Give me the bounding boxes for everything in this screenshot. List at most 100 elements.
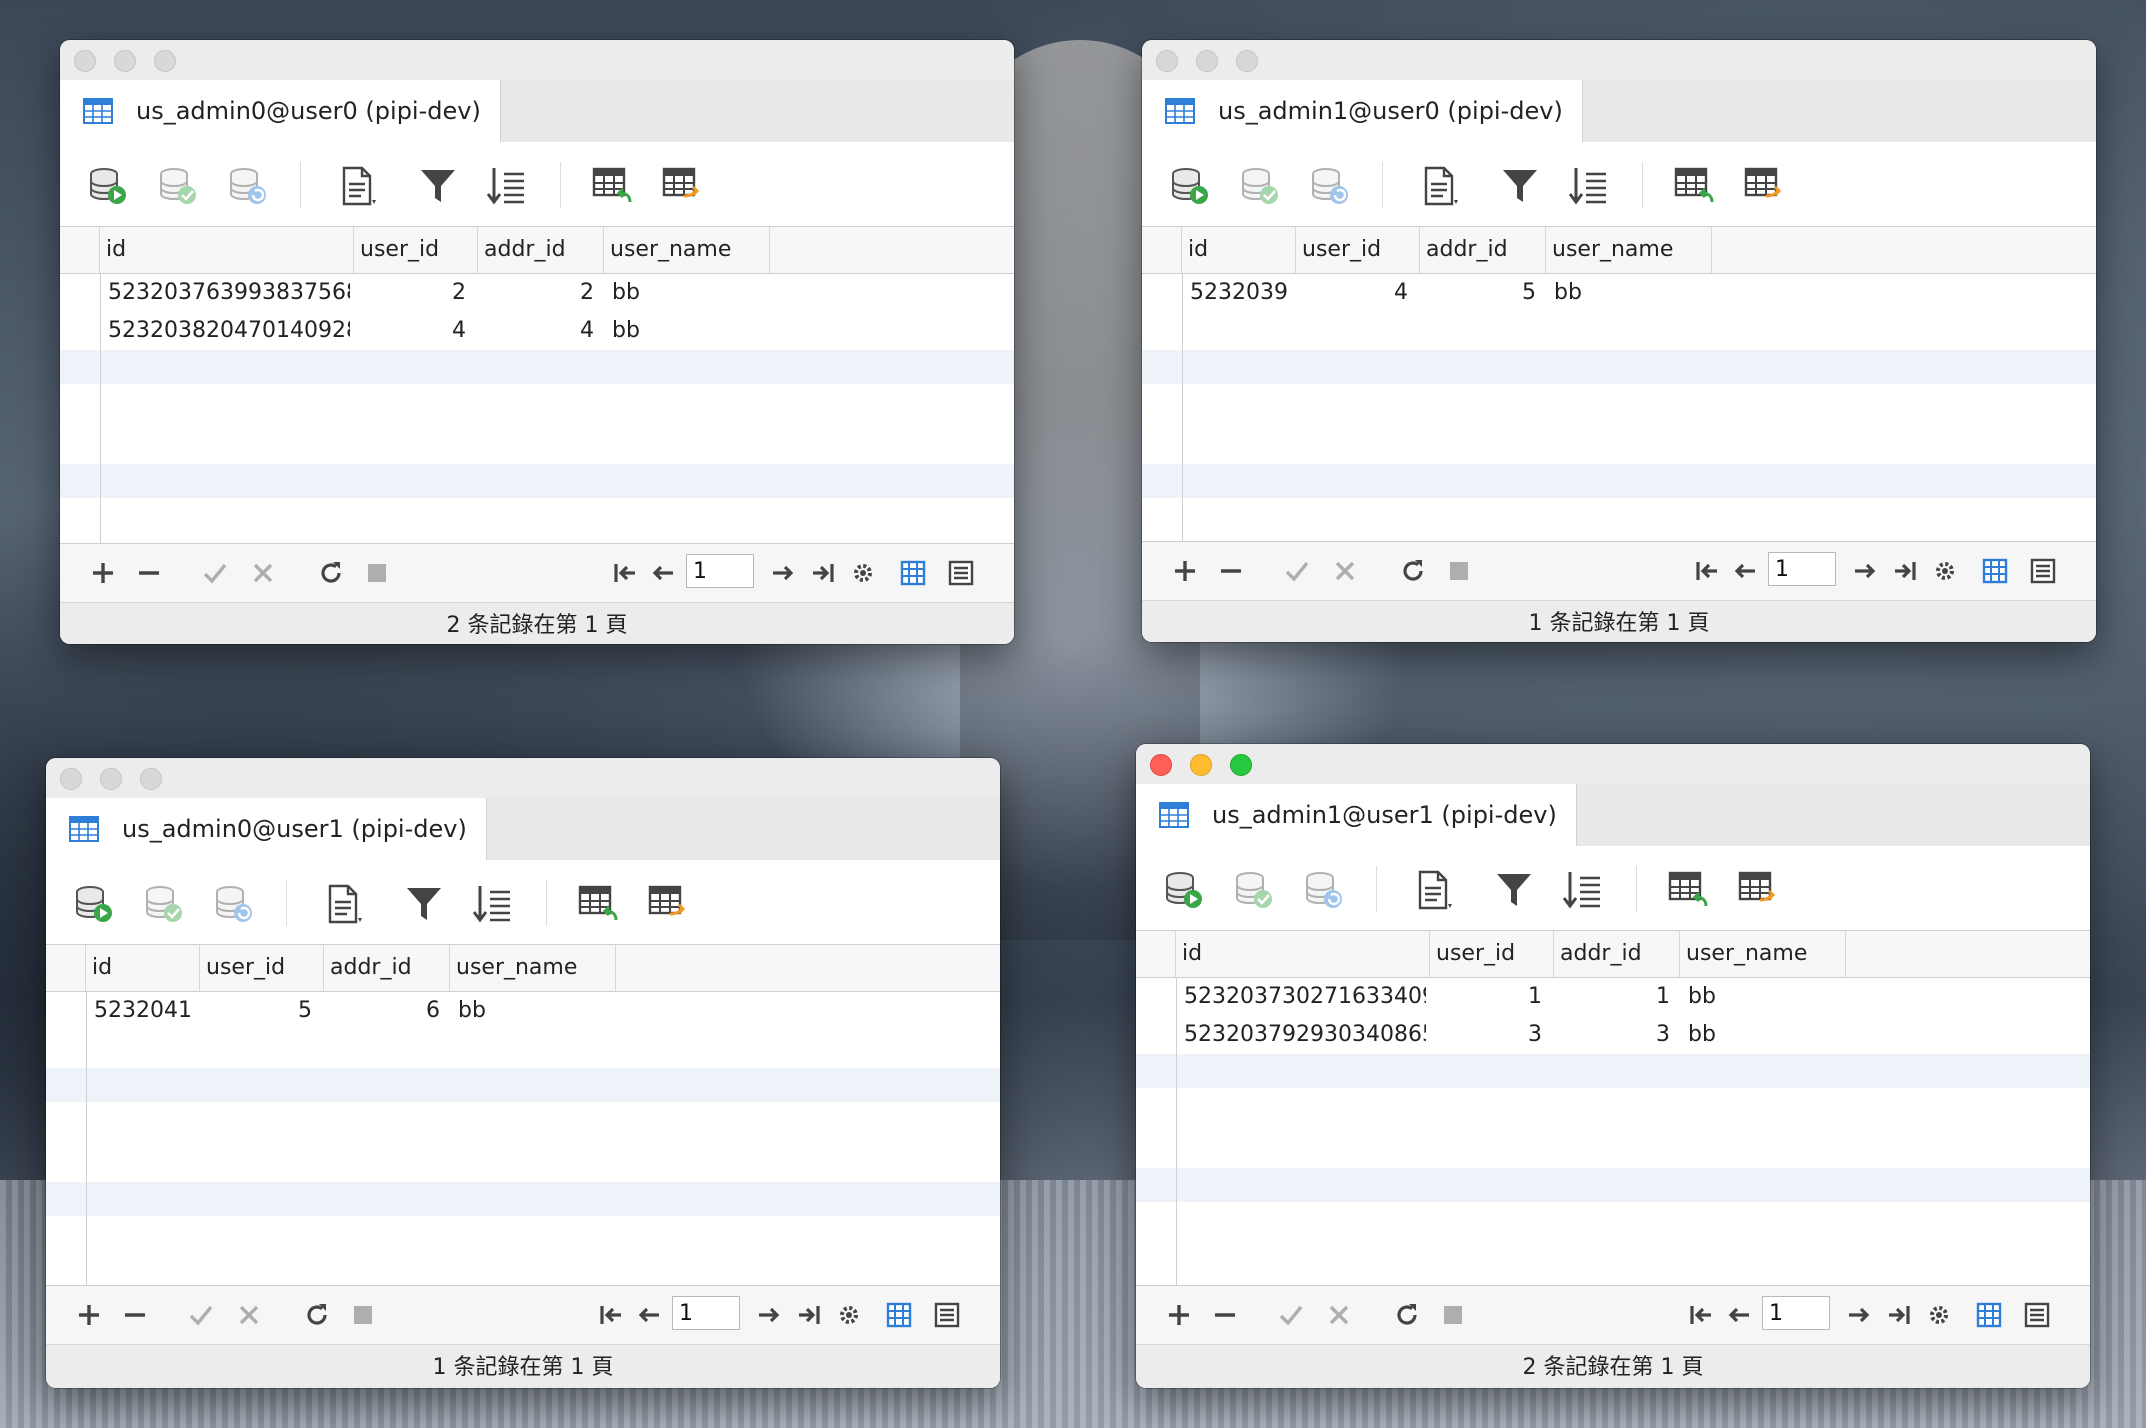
table-row[interactable]: 5232039 4 5 bb [1142, 274, 2096, 312]
delete-record-button[interactable] [1216, 556, 1246, 586]
last-page-button[interactable] [794, 1300, 824, 1330]
prev-page-button[interactable] [1724, 1300, 1754, 1330]
cell-user-name[interactable]: bb [612, 312, 762, 350]
apply-button[interactable] [1282, 556, 1312, 586]
next-page-button[interactable] [754, 1300, 784, 1330]
minimize-button[interactable] [100, 768, 122, 790]
begin-transaction-button[interactable] [1162, 868, 1206, 912]
form-view-button[interactable] [2022, 1300, 2052, 1330]
cell-id[interactable]: 523203792930340865 [1184, 1016, 1426, 1054]
refresh-button[interactable] [1392, 1300, 1422, 1330]
delete-record-button[interactable] [1210, 1300, 1240, 1330]
cell-id[interactable]: 5232039 [1190, 274, 1292, 312]
cell-id[interactable]: 523203820470140928 [108, 312, 350, 350]
next-page-button[interactable] [768, 558, 798, 588]
rollback-button[interactable] [1308, 164, 1352, 208]
export-button[interactable] [1736, 868, 1780, 912]
import-button[interactable] [590, 164, 634, 208]
minimize-button[interactable] [114, 50, 136, 72]
import-button[interactable] [1672, 164, 1716, 208]
column-header-id[interactable]: id [1176, 931, 1430, 977]
apply-button[interactable] [200, 558, 230, 588]
table-row[interactable]: 523203730271633409 1 1 bb [1136, 978, 2090, 1016]
cell-user-id[interactable]: 3 [1430, 1016, 1542, 1054]
cell-user-id[interactable]: 1 [1430, 978, 1542, 1016]
table-row[interactable]: 5232041 5 6 bb [46, 992, 1000, 1030]
export-button[interactable] [646, 882, 690, 926]
settings-button[interactable] [1930, 556, 1960, 586]
column-header-user-name[interactable]: user_name [1546, 227, 1712, 273]
tab-table[interactable]: us_admin0@user1 (pipi-dev) [46, 798, 487, 860]
close-button[interactable] [1150, 754, 1172, 776]
table-row[interactable]: 523203792930340865 3 3 bb [1136, 1016, 2090, 1054]
column-header-addr-id[interactable]: addr_id [324, 945, 450, 991]
prev-page-button[interactable] [648, 558, 678, 588]
window-titlebar[interactable] [1136, 744, 2090, 784]
column-header-addr-id[interactable]: addr_id [1420, 227, 1546, 273]
settings-button[interactable] [1924, 1300, 1954, 1330]
add-record-button[interactable] [1164, 1300, 1194, 1330]
cell-addr-id[interactable]: 3 [1554, 1016, 1670, 1054]
page-number-input[interactable] [1762, 1296, 1830, 1330]
next-page-button[interactable] [1850, 556, 1880, 586]
zoom-button[interactable] [154, 50, 176, 72]
text-view-button[interactable] [1412, 868, 1456, 912]
column-header-addr-id[interactable]: addr_id [478, 227, 604, 273]
settings-button[interactable] [834, 1300, 864, 1330]
grid-view-button[interactable] [1974, 1300, 2004, 1330]
grid-view-button[interactable] [884, 1300, 914, 1330]
column-header-user-id[interactable]: user_id [354, 227, 478, 273]
prev-page-button[interactable] [1730, 556, 1760, 586]
cell-id[interactable]: 523203763993837568 [108, 274, 350, 312]
refresh-button[interactable] [302, 1300, 332, 1330]
discard-button[interactable] [248, 558, 278, 588]
rollback-button[interactable] [212, 882, 256, 926]
cell-user-id[interactable]: 4 [1296, 274, 1408, 312]
page-number-input[interactable] [1768, 552, 1836, 586]
import-button[interactable] [1666, 868, 1710, 912]
tab-table[interactable]: us_admin1@user0 (pipi-dev) [1142, 80, 1583, 142]
apply-button[interactable] [186, 1300, 216, 1330]
column-header-user-id[interactable]: user_id [1296, 227, 1420, 273]
delete-record-button[interactable] [120, 1300, 150, 1330]
column-header-user-id[interactable]: user_id [1430, 931, 1554, 977]
zoom-button[interactable] [140, 768, 162, 790]
settings-button[interactable] [848, 558, 878, 588]
add-record-button[interactable] [74, 1300, 104, 1330]
stop-button[interactable] [348, 1300, 378, 1330]
column-header-id[interactable]: id [86, 945, 200, 991]
cell-user-name[interactable]: bb [1688, 1016, 1838, 1054]
sort-button[interactable] [1566, 164, 1610, 208]
commit-button[interactable] [1232, 868, 1276, 912]
refresh-button[interactable] [316, 558, 346, 588]
form-view-button[interactable] [932, 1300, 962, 1330]
export-button[interactable] [1742, 164, 1786, 208]
stop-button[interactable] [1444, 556, 1474, 586]
column-header-user-name[interactable]: user_name [450, 945, 616, 991]
commit-button[interactable] [1238, 164, 1282, 208]
commit-button[interactable] [142, 882, 186, 926]
apply-button[interactable] [1276, 1300, 1306, 1330]
first-page-button[interactable] [596, 1300, 626, 1330]
cell-addr-id[interactable]: 6 [324, 992, 440, 1030]
filter-button[interactable] [402, 882, 446, 926]
page-number-input[interactable] [686, 554, 754, 588]
cell-user-name[interactable]: bb [612, 274, 762, 312]
stop-button[interactable] [1438, 1300, 1468, 1330]
sort-button[interactable] [484, 164, 528, 208]
cell-addr-id[interactable]: 2 [478, 274, 594, 312]
tab-table[interactable]: us_admin1@user1 (pipi-dev) [1136, 784, 1577, 846]
filter-button[interactable] [1492, 868, 1536, 912]
cell-id[interactable]: 523203730271633409 [1184, 978, 1426, 1016]
cell-user-name[interactable]: bb [1554, 274, 1704, 312]
first-page-button[interactable] [1692, 556, 1722, 586]
zoom-button[interactable] [1236, 50, 1258, 72]
column-header-addr-id[interactable]: addr_id [1554, 931, 1680, 977]
column-header-id[interactable]: id [1182, 227, 1296, 273]
close-button[interactable] [74, 50, 96, 72]
window-titlebar[interactable] [1142, 40, 2096, 80]
last-page-button[interactable] [808, 558, 838, 588]
close-button[interactable] [60, 768, 82, 790]
column-header-id[interactable]: id [100, 227, 354, 273]
cell-user-id[interactable]: 4 [354, 312, 466, 350]
